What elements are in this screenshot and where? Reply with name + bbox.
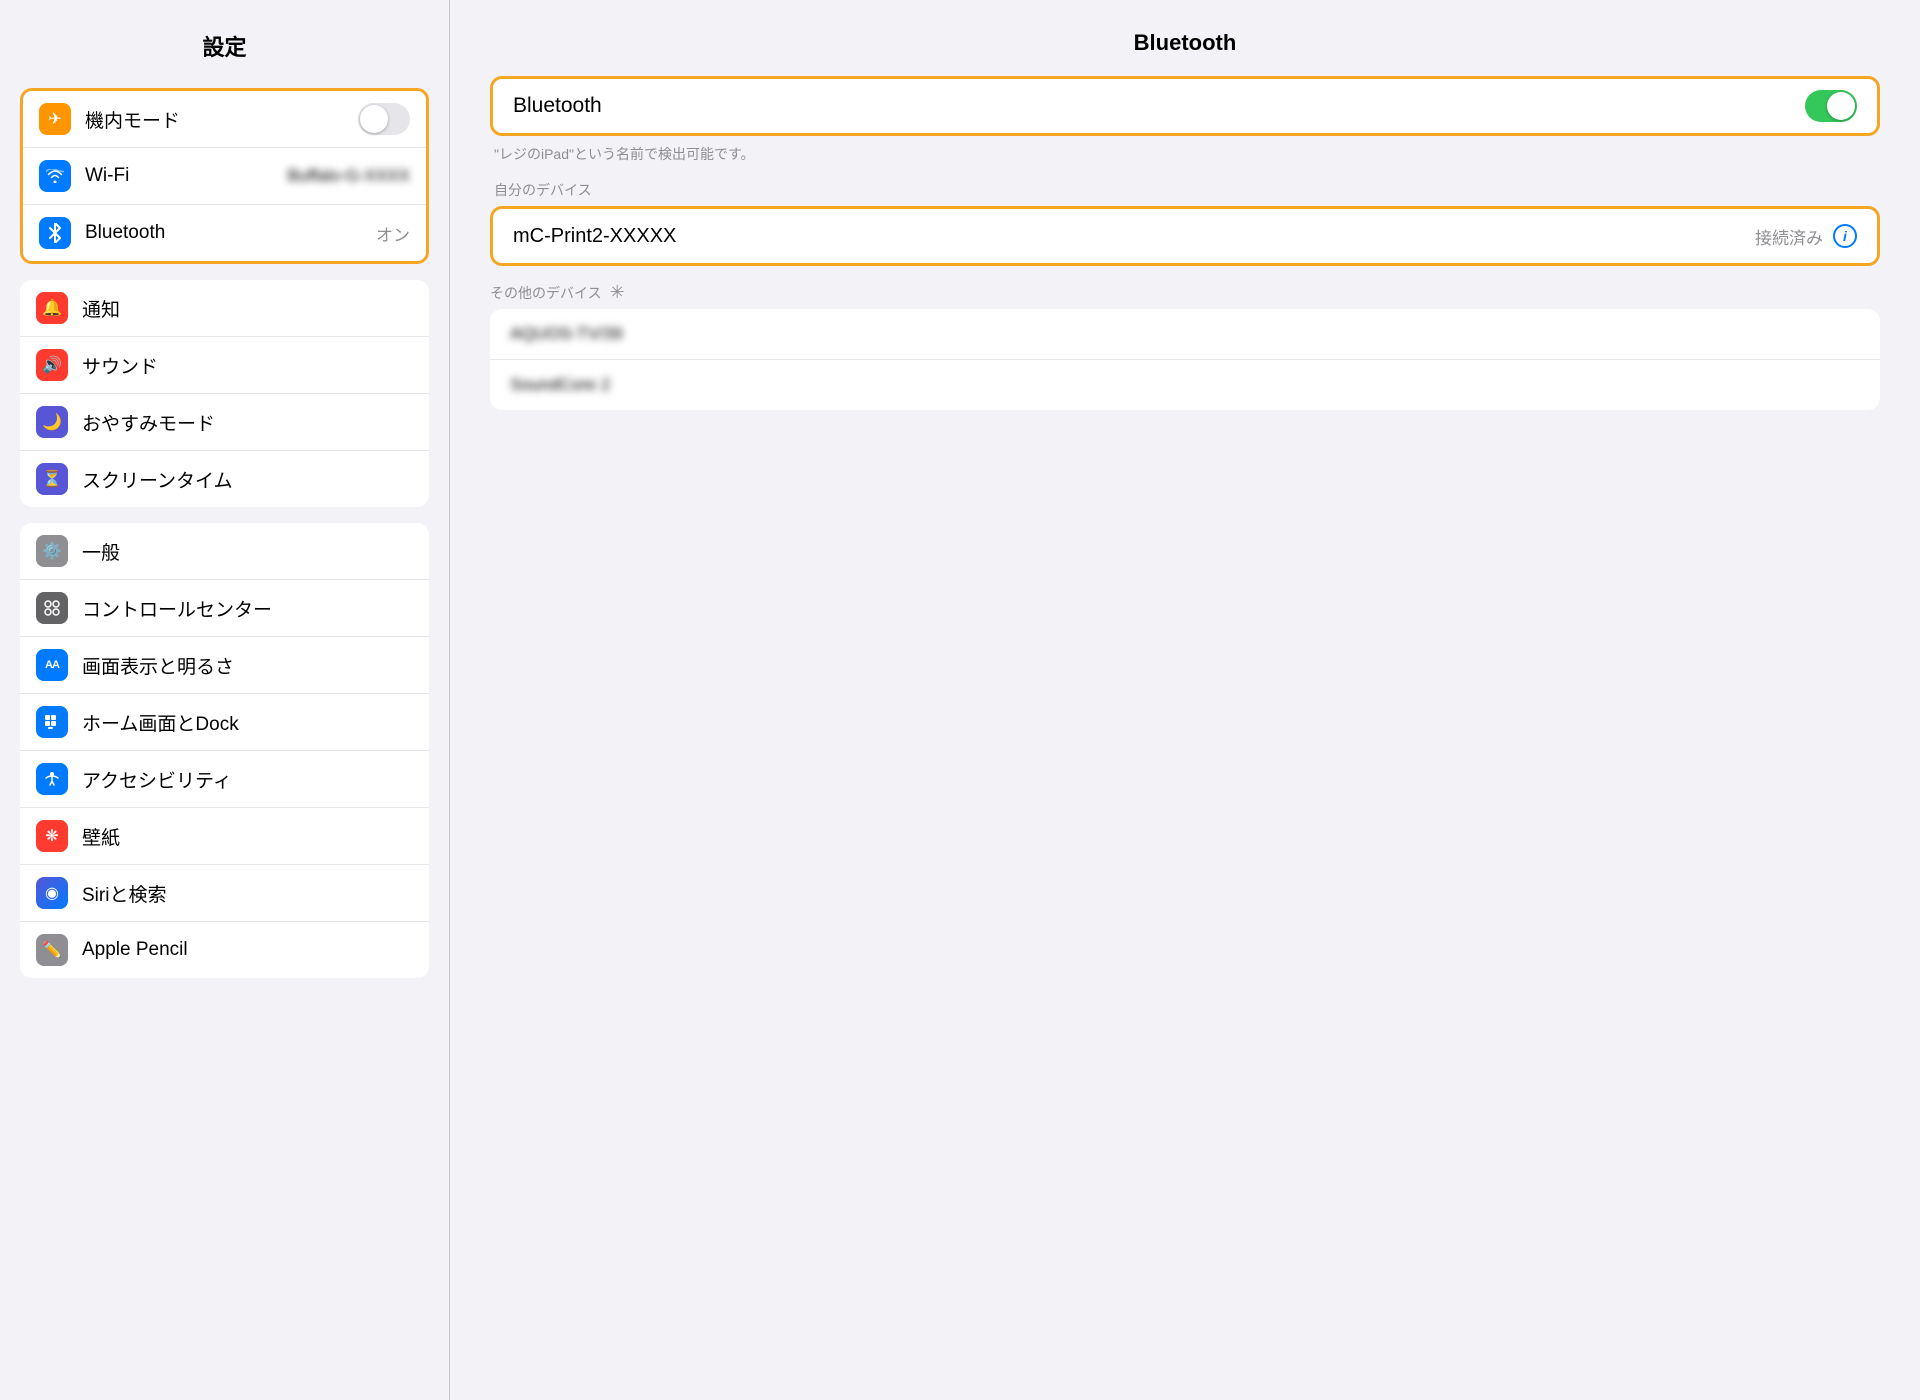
homescreen-label: ホーム画面とDock bbox=[82, 709, 413, 736]
sidebar-title: 設定 bbox=[20, 30, 429, 62]
sidebar-item-airplane[interactable]: ✈ 機内モード bbox=[23, 91, 426, 148]
sidebar-item-applepencil[interactable]: ✏️ Apple Pencil bbox=[20, 922, 429, 978]
discoverable-hint: "レジのiPad"という名前で検出可能です。 bbox=[490, 144, 1880, 164]
scanning-spinner: ✳ bbox=[610, 282, 625, 303]
other-devices-list: AQUOS-TV/39 SoundCore 2 bbox=[490, 309, 1880, 410]
sidebar-item-wallpaper[interactable]: ❋ 壁紙 bbox=[20, 808, 429, 865]
settings-group-connectivity: ✈ 機内モード Wi-Fi Buffalo-G-XXXX bbox=[20, 88, 429, 264]
settings-group-notifications: 🔔 通知 🔊 サウンド 🌙 おやすみモード ⏳ スクリーンタイム bbox=[20, 280, 429, 507]
notifications-label: 通知 bbox=[82, 295, 413, 322]
my-device-card[interactable]: mC-Print2-XXXXX 接続済み i bbox=[490, 206, 1880, 266]
sidebar-item-homescreen[interactable]: ホーム画面とDock bbox=[20, 694, 429, 751]
other-devices-header: その他のデバイス ✳ bbox=[490, 282, 1880, 303]
info-icon-symbol: i bbox=[1843, 228, 1847, 244]
airplane-toggle-knob bbox=[360, 105, 388, 133]
sidebar: 設定 ✈ 機内モード Wi-Fi Buffalo-G-XXXX bbox=[0, 0, 450, 1400]
screentime-icon: ⏳ bbox=[36, 463, 68, 495]
siri-label: Siriと検索 bbox=[82, 880, 413, 907]
wallpaper-icon: ❋ bbox=[36, 820, 68, 852]
wallpaper-label: 壁紙 bbox=[82, 823, 413, 850]
wifi-label: Wi-Fi bbox=[85, 165, 287, 187]
airplane-label: 機内モード bbox=[85, 106, 358, 133]
general-icon: ⚙️ bbox=[36, 535, 68, 567]
sidebar-item-screentime[interactable]: ⏳ スクリーンタイム bbox=[20, 451, 429, 507]
sound-label: サウンド bbox=[82, 352, 413, 379]
sidebar-item-notifications[interactable]: 🔔 通知 bbox=[20, 280, 429, 337]
other-device-aquos[interactable]: AQUOS-TV/39 bbox=[490, 309, 1880, 360]
controlcenter-label: コントロールセンター bbox=[82, 595, 413, 622]
screentime-label: スクリーンタイム bbox=[82, 466, 413, 493]
airplane-icon: ✈ bbox=[39, 103, 71, 135]
display-label: 画面表示と明るさ bbox=[82, 652, 413, 679]
wifi-value: Buffalo-G-XXXX bbox=[287, 166, 410, 186]
homescreen-icon bbox=[36, 706, 68, 738]
accessibility-label: アクセシビリティ bbox=[82, 766, 413, 793]
paired-device-status: 接続済み bbox=[1755, 224, 1823, 249]
donotdisturb-icon: 🌙 bbox=[36, 406, 68, 438]
applepencil-label: Apple Pencil bbox=[82, 939, 413, 961]
content-title: Bluetooth bbox=[490, 30, 1880, 56]
sidebar-item-sound[interactable]: 🔊 サウンド bbox=[20, 337, 429, 394]
accessibility-icon bbox=[36, 763, 68, 795]
sidebar-item-donotdisturb[interactable]: 🌙 おやすみモード bbox=[20, 394, 429, 451]
bluetooth-main-label: Bluetooth bbox=[513, 94, 1805, 118]
bluetooth-label: Bluetooth bbox=[85, 222, 376, 244]
content-area: Bluetooth Bluetooth "レジのiPad"という名前で検出可能で… bbox=[450, 0, 1920, 1400]
notifications-icon: 🔔 bbox=[36, 292, 68, 324]
sidebar-item-siri[interactable]: ◉ Siriと検索 bbox=[20, 865, 429, 922]
other-devices-label: その他のデバイス bbox=[490, 283, 602, 303]
bluetooth-main-card: Bluetooth bbox=[490, 76, 1880, 136]
bluetooth-toggle-knob bbox=[1827, 92, 1855, 120]
sidebar-item-controlcenter[interactable]: コントロールセンター bbox=[20, 580, 429, 637]
other-device-soundcore-name: SoundCore 2 bbox=[510, 375, 610, 394]
siri-icon: ◉ bbox=[36, 877, 68, 909]
device-info-button[interactable]: i bbox=[1833, 224, 1857, 248]
bluetooth-value: オン bbox=[376, 221, 410, 246]
general-label: 一般 bbox=[82, 538, 413, 565]
donotdisturb-label: おやすみモード bbox=[82, 409, 413, 436]
bluetooth-toggle[interactable] bbox=[1805, 90, 1857, 122]
sidebar-item-accessibility[interactable]: アクセシビリティ bbox=[20, 751, 429, 808]
sound-icon: 🔊 bbox=[36, 349, 68, 381]
other-device-soundcore[interactable]: SoundCore 2 bbox=[490, 360, 1880, 410]
paired-device-name: mC-Print2-XXXXX bbox=[513, 225, 1755, 248]
settings-group-general: ⚙️ 一般 コントロールセンター AA 画面表示と明るさ bbox=[20, 523, 429, 978]
sidebar-item-wifi[interactable]: Wi-Fi Buffalo-G-XXXX bbox=[23, 148, 426, 205]
wifi-icon bbox=[39, 160, 71, 192]
applepencil-icon: ✏️ bbox=[36, 934, 68, 966]
bluetooth-icon bbox=[39, 217, 71, 249]
controlcenter-icon bbox=[36, 592, 68, 624]
display-icon: AA bbox=[36, 649, 68, 681]
other-device-aquos-name: AQUOS-TV/39 bbox=[510, 324, 622, 343]
my-devices-label: 自分のデバイス bbox=[490, 180, 1880, 200]
sidebar-item-bluetooth[interactable]: Bluetooth オン bbox=[23, 205, 426, 261]
airplane-toggle[interactable] bbox=[358, 103, 410, 135]
sidebar-item-display[interactable]: AA 画面表示と明るさ bbox=[20, 637, 429, 694]
sidebar-item-general[interactable]: ⚙️ 一般 bbox=[20, 523, 429, 580]
